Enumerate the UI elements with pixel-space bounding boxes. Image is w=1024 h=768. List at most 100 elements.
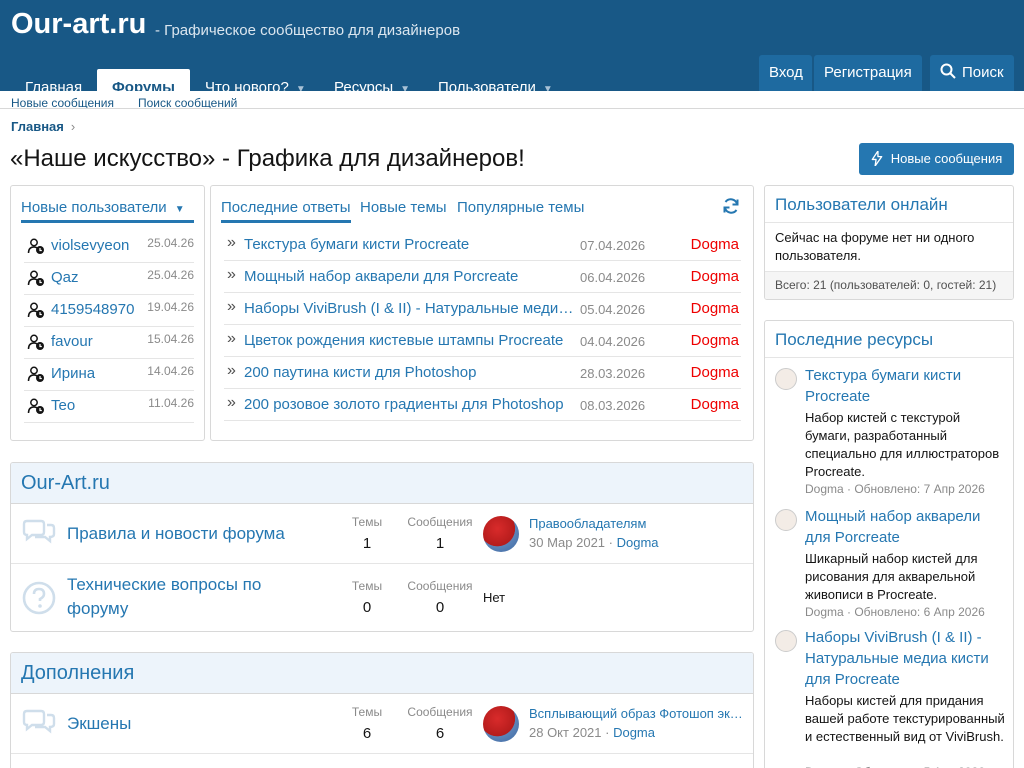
list-item: » 200 розовое золото градиенты для Photo… xyxy=(224,389,741,421)
site-logo[interactable]: Our-art.ru xyxy=(11,10,146,39)
posts-count: 0 xyxy=(435,599,445,616)
page-title: «Наше искусство» - Графика для дизайнеро… xyxy=(10,145,525,172)
category-our-art: Our-Art.ru Правила и новости форума Темы… xyxy=(10,462,754,632)
list-item[interactable]: favour 15.04.26 xyxy=(24,327,194,359)
resource-title[interactable]: Наборы ViviBrush (I & II) - Натуральные … xyxy=(805,627,1005,690)
breadcrumb-home[interactable]: Главная xyxy=(11,119,64,134)
last-post-title[interactable]: Правообладателям xyxy=(529,516,744,531)
threads-label: Темы xyxy=(351,579,383,593)
thread-user[interactable]: Dogma xyxy=(691,364,739,381)
thread-user[interactable]: Dogma xyxy=(691,236,739,253)
resource-meta: Dogma · Обновлено: 6 Апр 2026 xyxy=(805,605,985,619)
user-name[interactable]: favour xyxy=(51,333,93,350)
list-item: » Текстура бумаги кисти Procreate 07.04.… xyxy=(224,229,741,261)
user-add-icon xyxy=(27,238,44,254)
thread-title[interactable]: Текстура бумаги кисти Procreate xyxy=(244,236,576,253)
list-item[interactable]: 4159548970 19.04.26 xyxy=(24,295,194,327)
thread-date: 06.04.2026 xyxy=(580,270,646,285)
tab-popular-threads[interactable]: Популярные темы xyxy=(457,199,584,216)
thread-title[interactable]: 200 паутина кисти для Photoshop xyxy=(244,364,576,381)
list-item[interactable]: Qaz 25.04.26 xyxy=(24,263,194,295)
thread-title[interactable]: Мощный набор акварели для Porcreate xyxy=(244,268,576,285)
list-item[interactable]: Teo 11.04.26 xyxy=(24,391,194,423)
login-button[interactable]: Вход xyxy=(759,55,812,91)
user-name[interactable]: Qaz xyxy=(51,269,79,286)
threads-count: 1 xyxy=(362,535,372,552)
posts-label: Сообщения xyxy=(407,705,473,719)
join-date: 19.04.26 xyxy=(147,300,194,314)
refresh-icon[interactable] xyxy=(722,197,740,215)
double-chevron-right-icon: » xyxy=(227,330,236,347)
search-button[interactable]: Поиск xyxy=(930,55,1014,91)
tab-latest-replies[interactable]: Последние ответы xyxy=(221,199,351,223)
last-post-title[interactable]: Всплывающий образ Фотошоп экшен xyxy=(529,706,744,721)
avatar[interactable] xyxy=(483,706,519,742)
new-posts-button[interactable]: Новые сообщения xyxy=(859,143,1014,175)
breadcrumb: Главная › xyxy=(11,119,75,134)
category-title[interactable]: Дополнения xyxy=(11,653,753,694)
thread-date: 05.04.2026 xyxy=(580,302,646,317)
resource-title[interactable]: Мощный набор акварели для Porcreate xyxy=(805,506,1005,548)
forum-title[interactable]: Экшены xyxy=(67,712,337,736)
list-item[interactable]: Ирина 14.04.26 xyxy=(24,359,194,391)
user-add-icon xyxy=(27,302,44,318)
chat-bubbles-icon xyxy=(22,519,56,544)
thread-title[interactable]: Цветок рождения кистевые штампы Procreat… xyxy=(244,332,576,349)
online-status-text: Сейчас на форуме нет ни одного пользоват… xyxy=(775,230,975,263)
user-add-icon xyxy=(27,366,44,382)
forum-node: Технические вопросы по форуму Темы 0 Соо… xyxy=(11,564,753,631)
posts-label: Сообщения xyxy=(407,579,473,593)
thread-user[interactable]: Dogma xyxy=(691,300,739,317)
threads-count: 6 xyxy=(362,725,372,742)
double-chevron-right-icon: » xyxy=(227,394,236,411)
thread-user[interactable]: Dogma xyxy=(691,332,739,349)
thread-date: 04.04.2026 xyxy=(580,334,646,349)
thread-title[interactable]: Наборы ViviBrush (I & II) - Натуральные … xyxy=(244,300,576,317)
posts-count: 6 xyxy=(435,725,445,742)
thread-date: 28.03.2026 xyxy=(580,366,646,381)
user-add-icon xyxy=(27,270,44,286)
forum-node: Экшены Темы 6 Сообщения 6 Всплывающий об… xyxy=(11,694,753,754)
forum-title[interactable]: Правила и новости форума xyxy=(67,522,337,546)
user-add-icon xyxy=(27,398,44,414)
latest-resources-title[interactable]: Последние ресурсы xyxy=(775,330,933,350)
question-circle-icon xyxy=(22,581,56,615)
resource-icon[interactable] xyxy=(775,368,797,390)
double-chevron-right-icon: » xyxy=(227,362,236,379)
tab-new-threads[interactable]: Новые темы xyxy=(360,199,447,216)
posts-count: 1 xyxy=(435,535,445,552)
caret-down-icon: ▼ xyxy=(174,204,185,215)
avatar[interactable] xyxy=(483,516,519,552)
category-title[interactable]: Our-Art.ru xyxy=(11,463,753,504)
user-name[interactable]: 4159548970 xyxy=(51,301,134,318)
bolt-icon xyxy=(871,150,883,167)
last-post-meta: 30 Мар 2021 · Dogma xyxy=(529,535,659,550)
last-post-meta: 28 Окт 2021 · Dogma xyxy=(529,725,655,740)
register-button[interactable]: Регистрация xyxy=(814,55,922,91)
new-users-block: Новые пользователи ▼ violsevyeon 25.04.26… xyxy=(10,185,205,441)
join-date: 14.04.26 xyxy=(147,364,194,378)
category-addons: Дополнения Экшены Темы 6 Сообщения 6 Всп… xyxy=(10,652,754,768)
subnav-new-posts[interactable]: Новые сообщения xyxy=(11,97,114,108)
double-chevron-right-icon: » xyxy=(227,298,236,315)
forum-title[interactable]: Технические вопросы по форуму xyxy=(67,573,297,621)
online-users-title[interactable]: Пользователи онлайн xyxy=(775,195,948,215)
join-date: 25.04.26 xyxy=(147,236,194,250)
tab-new-users[interactable]: Новые пользователи ▼ xyxy=(21,199,194,223)
subnav-search-posts[interactable]: Поиск сообщений xyxy=(138,97,237,108)
thread-user[interactable]: Dogma xyxy=(691,268,739,285)
search-icon xyxy=(940,63,956,79)
user-name[interactable]: Teo xyxy=(51,397,75,414)
user-name[interactable]: Ирина xyxy=(51,365,95,382)
thread-user[interactable]: Dogma xyxy=(691,396,739,413)
resource-icon[interactable] xyxy=(775,630,797,652)
user-name[interactable]: violsevyeon xyxy=(51,237,129,254)
thread-title[interactable]: 200 розовое золото градиенты для Photosh… xyxy=(244,396,576,413)
online-total: Всего: 21 (пользователей: 0, гостей: 21) xyxy=(775,278,997,292)
resource-title[interactable]: Текстура бумаги кисти Procreate xyxy=(805,365,1005,407)
threads-label: Темы xyxy=(351,515,383,529)
resource-icon[interactable] xyxy=(775,509,797,531)
forum-node: Правила и новости форума Темы 1 Сообщени… xyxy=(11,504,753,564)
list-item[interactable]: violsevyeon 25.04.26 xyxy=(24,231,194,263)
resource-description: Набор кистей с текстурой бумаги, разрабо… xyxy=(805,410,1000,479)
